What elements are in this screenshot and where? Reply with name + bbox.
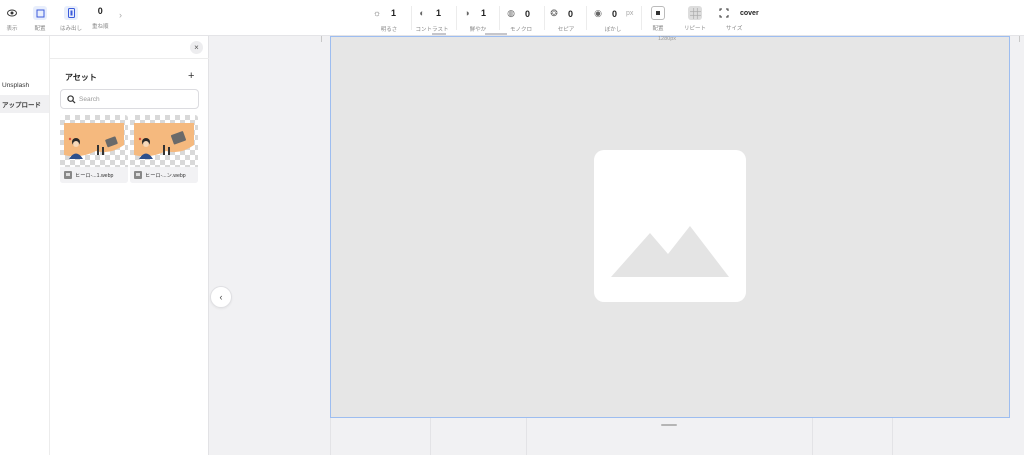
asset-thumbnail: [130, 115, 198, 167]
toolbar-divider: [544, 6, 545, 30]
asset-name-row: ヒーロ-...ン.webp: [130, 167, 198, 183]
position-label: 配置: [652, 26, 664, 32]
assets-panel: × アセット + ヒーロ-...1.webp: [50, 36, 209, 455]
asset-name: ヒーロ-...1.webp: [75, 172, 114, 179]
repeat-tool[interactable]: リピート: [684, 6, 706, 32]
sepia-control[interactable]: ❂ 0: [549, 8, 573, 19]
rail-item-unsplash[interactable]: Unsplash: [0, 76, 49, 94]
layer-order-label: 重ね順: [92, 24, 109, 30]
image-placeholder-icon: [594, 150, 746, 302]
divider: [526, 418, 527, 455]
toolbar: 表示 配置 はみ出し 0 重ね順 › ☼ 1 明るさ ◐ 1 コントラスト ◑ …: [0, 0, 1024, 36]
blur-control[interactable]: ◉ 0 px: [593, 8, 633, 19]
visibility-tool[interactable]: 表示: [5, 6, 19, 32]
grayscale-control[interactable]: ◍ 0: [506, 8, 530, 19]
asset-card[interactable]: ヒーロ-...1.webp: [60, 115, 128, 183]
blur-value: 0: [612, 8, 618, 19]
saturation-value: 1: [481, 8, 487, 18]
asset-name: ヒーロ-...ン.webp: [145, 172, 186, 179]
resize-handle[interactable]: [661, 424, 677, 426]
grayscale-label: モノクロ: [509, 27, 533, 33]
ruler-tick: [321, 36, 322, 42]
add-asset-button[interactable]: +: [188, 70, 194, 82]
size-icon: [717, 6, 731, 20]
divider: [892, 418, 893, 455]
eye-icon: [5, 6, 19, 20]
saturation-control[interactable]: ◑ 1: [462, 8, 486, 18]
position-icon: [651, 6, 665, 20]
toolbar-divider: [586, 6, 587, 30]
size-value: cover: [740, 9, 759, 17]
collapse-panel-button[interactable]: ‹: [210, 286, 232, 308]
contrast-label: コントラスト: [415, 27, 449, 33]
position-tool[interactable]: 配置: [651, 6, 665, 32]
contrast-control[interactable]: ◐ 1: [417, 8, 441, 18]
contrast-icon: ◐: [419, 8, 425, 18]
brightness-value: 1: [391, 8, 397, 18]
search-input[interactable]: [79, 90, 197, 108]
image-file-icon: [64, 171, 72, 179]
contrast-value: 1: [436, 8, 442, 18]
blur-label: ぼかし: [604, 27, 622, 33]
asset-name-row: ヒーロ-...1.webp: [60, 167, 128, 183]
blur-icon: ◉: [594, 8, 602, 18]
assets-title: アセット: [65, 73, 97, 82]
asset-thumbnail: [60, 115, 128, 167]
saturation-icon: ◑: [464, 8, 470, 18]
align-label: 配置: [34, 26, 46, 32]
layer-order-value: 0: [97, 6, 103, 16]
search-icon: [67, 95, 76, 104]
overflow-tool[interactable]: はみ出し: [60, 6, 82, 32]
align-tool[interactable]: 配置: [33, 6, 47, 32]
brightness-icon: ☼: [372, 8, 382, 18]
brightness-control[interactable]: ☼ 1: [372, 8, 396, 18]
toolbar-divider: [411, 6, 412, 30]
scroll-indicator: [432, 33, 446, 35]
ruler-tick: [1019, 36, 1020, 42]
asset-card[interactable]: ヒーロ-...ン.webp: [130, 115, 198, 183]
size-label: サイズ: [726, 26, 743, 32]
search-box: [60, 89, 199, 109]
brightness-label: 明るさ: [380, 27, 398, 33]
align-icon: [33, 6, 47, 20]
overflow-icon: [64, 6, 78, 20]
source-rail: Unsplash アップロード: [0, 36, 50, 455]
repeat-icon: [688, 6, 702, 20]
sepia-label: セピア: [557, 27, 575, 33]
grayscale-value: 0: [525, 8, 531, 19]
blur-unit: px: [626, 10, 634, 17]
toolbar-divider: [499, 6, 500, 30]
sepia-icon: ❂: [550, 8, 558, 18]
rail-item-upload[interactable]: アップロード: [0, 95, 49, 113]
divider: [430, 418, 431, 455]
divider: [812, 418, 813, 455]
frame-width-label: 1280px: [658, 36, 677, 42]
chevron-right-icon[interactable]: ›: [119, 10, 122, 20]
scroll-indicator: [485, 33, 507, 35]
toolbar-divider: [641, 6, 642, 30]
overflow-label: はみ出し: [60, 26, 83, 32]
layer-order-tool[interactable]: 0 重ね順: [92, 6, 109, 30]
sepia-value: 0: [568, 8, 574, 19]
toolbar-divider: [456, 6, 457, 30]
size-tool[interactable]: cover サイズ: [717, 6, 759, 32]
visibility-label: 表示: [6, 26, 18, 32]
image-file-icon: [134, 171, 142, 179]
chevron-left-icon: ‹: [219, 292, 223, 302]
divider: [50, 58, 209, 59]
saturation-label: 鮮やか: [469, 27, 487, 33]
grayscale-icon: ◍: [507, 8, 515, 18]
close-icon[interactable]: ×: [190, 41, 203, 54]
repeat-label: リピート: [684, 26, 707, 32]
